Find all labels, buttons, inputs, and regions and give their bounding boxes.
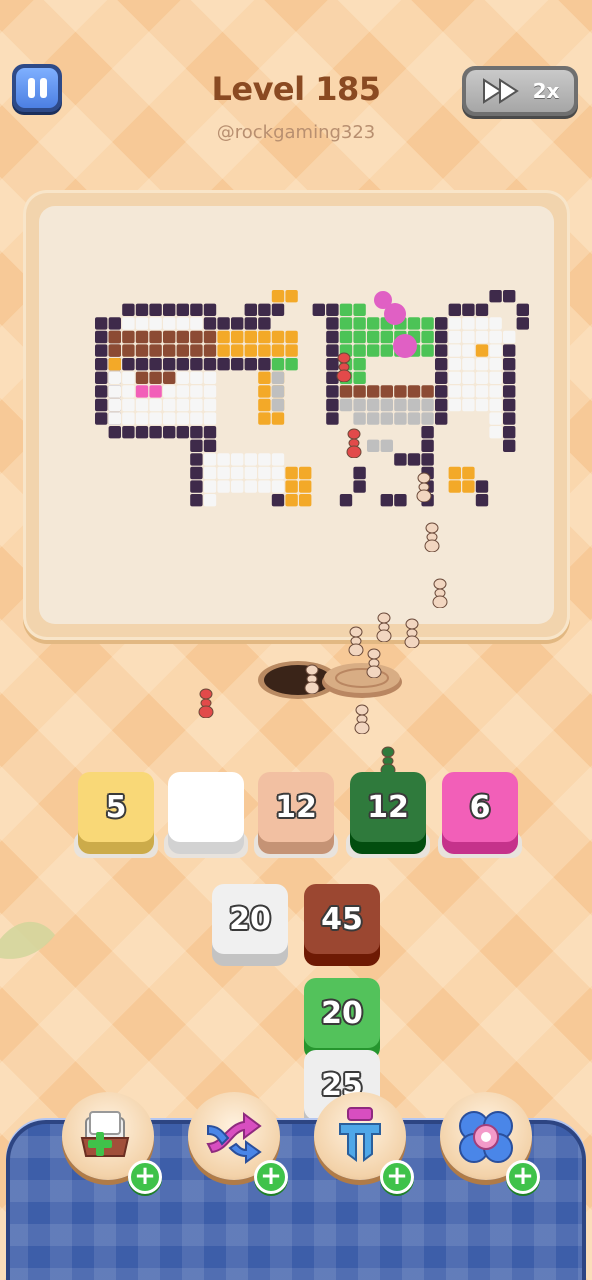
speed-button[interactable]: 2x <box>462 66 578 116</box>
puzzle-board <box>23 190 570 640</box>
stack-left-top[interactable]: 20 <box>212 884 288 966</box>
magnet-plus-icon[interactable]: + <box>380 1160 414 1194</box>
magnet-booster[interactable]: + <box>314 1092 414 1194</box>
ant <box>376 612 392 642</box>
tile-count: 45 <box>304 884 380 954</box>
leaf-decoration <box>0 921 55 959</box>
tile-count: 6 <box>442 772 518 842</box>
shuffle-booster[interactable]: + <box>188 1092 288 1194</box>
tile-slot-2[interactable] <box>164 772 248 858</box>
tile-count: 12 <box>258 772 334 842</box>
tray-plus-icon <box>80 1111 130 1157</box>
ant <box>346 428 362 458</box>
flower-gear-icon <box>459 1111 513 1163</box>
tile-count: 20 <box>212 884 288 954</box>
tile-slot-5[interactable]: 6 <box>438 772 522 858</box>
ant <box>366 648 382 678</box>
fast-forward-icon <box>482 78 519 104</box>
ant <box>416 472 432 502</box>
ant <box>336 352 352 382</box>
tile-slot-4[interactable]: 12 <box>346 772 430 858</box>
shuffle-plus-icon[interactable]: + <box>254 1160 288 1194</box>
add-slot-plus-icon[interactable]: + <box>128 1160 162 1194</box>
ant <box>404 618 420 648</box>
tile-count <box>168 772 244 842</box>
ant <box>354 704 370 734</box>
ant <box>304 664 320 694</box>
tile-count: 12 <box>350 772 426 842</box>
pixel-art-picture[interactable] <box>23 190 570 640</box>
ant <box>432 578 448 608</box>
stack-right-2[interactable]: 20 <box>304 978 380 1060</box>
shuffle-arrows-icon <box>206 1112 262 1164</box>
speed-label: 2x <box>532 79 560 103</box>
username-watermark: @rockgaming323 <box>216 122 376 143</box>
tile-slot-1[interactable]: 5 <box>74 772 158 858</box>
freeze-booster[interactable]: + <box>440 1092 540 1194</box>
stack-right-1[interactable]: 45 <box>304 884 380 966</box>
ant <box>198 688 214 718</box>
freeze-plus-icon[interactable]: + <box>506 1160 540 1194</box>
tile-slot-3[interactable]: 12 <box>254 772 338 858</box>
tile-count: 5 <box>78 772 154 842</box>
ant <box>424 522 440 552</box>
add-slot-booster[interactable]: + <box>62 1092 162 1194</box>
tile-count: 20 <box>304 978 380 1048</box>
magnet-claw-icon <box>339 1107 381 1162</box>
